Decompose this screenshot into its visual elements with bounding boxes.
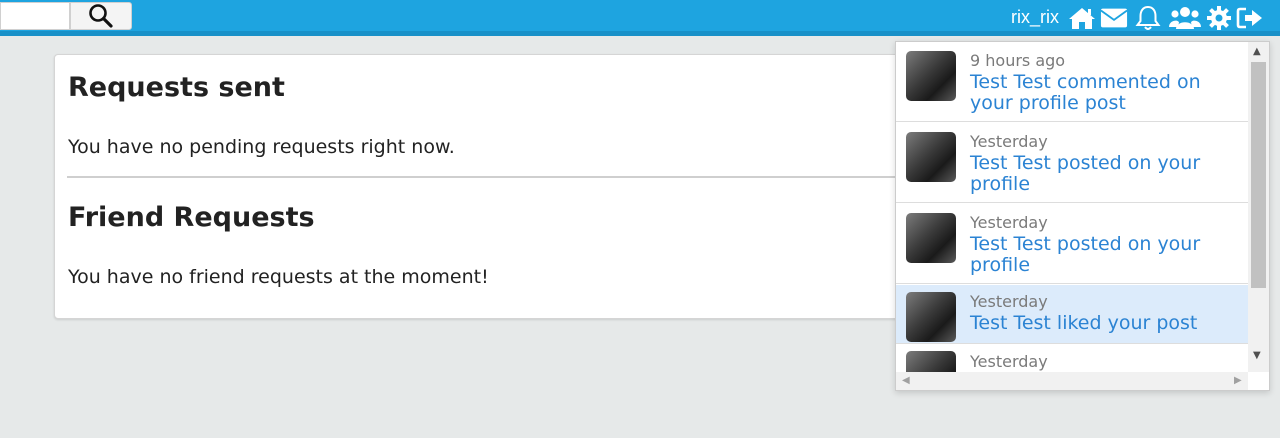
users-icon	[1169, 7, 1201, 29]
logout-button[interactable]	[1236, 5, 1264, 31]
notifications-dropdown: 9 hours ago Test Test commented on your …	[895, 41, 1270, 391]
search-icon	[89, 4, 113, 28]
avatar	[906, 132, 956, 182]
scroll-left-arrow-icon[interactable]: ◀	[902, 375, 910, 386]
notification-message[interactable]: Test Test liked your post	[970, 313, 1240, 334]
username-link[interactable]: rix_rix	[1011, 6, 1059, 28]
requests-sent-title: Requests sent	[68, 72, 285, 103]
scrollbar-thumb[interactable]	[1251, 62, 1266, 288]
divider	[67, 176, 923, 178]
search-button[interactable]	[70, 2, 132, 30]
settings-button[interactable]	[1205, 5, 1233, 31]
notification-list: 9 hours ago Test Test commented on your …	[896, 42, 1248, 372]
messages-button[interactable]	[1100, 5, 1128, 31]
notification-message[interactable]: Test Test posted on your profile	[970, 234, 1240, 276]
search-input[interactable]	[0, 2, 70, 30]
notification-message[interactable]: Test Test posted on your profile	[970, 153, 1240, 195]
scroll-right-arrow-icon[interactable]: ▶	[1234, 375, 1242, 386]
notification-time: Yesterday	[970, 352, 1048, 371]
notification-time: Yesterday	[970, 292, 1048, 311]
avatar	[906, 351, 956, 372]
notification-time: 9 hours ago	[970, 51, 1066, 70]
logout-icon	[1236, 7, 1262, 29]
notification-item[interactable]: Yesterday Test Test posted on your profi…	[896, 204, 1248, 284]
bell-icon	[1135, 5, 1161, 30]
notification-time: Yesterday	[970, 132, 1048, 151]
top-navbar: rix_rix	[0, 0, 1280, 36]
requests-sent-text: You have no pending requests right now.	[68, 136, 455, 158]
notification-item[interactable]: Yesterday Test Test liked your post	[896, 285, 1248, 344]
notification-item[interactable]: 9 hours ago Test Test commented on your …	[896, 42, 1248, 122]
avatar	[906, 292, 956, 342]
gear-icon	[1207, 6, 1231, 30]
scroll-down-arrow-icon[interactable]: ▼	[1253, 350, 1261, 362]
notification-item[interactable]: Yesterday Test Test posted on your profi…	[896, 123, 1248, 203]
friend-requests-text: You have no friend requests at the momen…	[68, 266, 489, 288]
notification-message[interactable]: Test Test commented on your profile post	[970, 72, 1240, 114]
notification-time: Yesterday	[970, 213, 1048, 232]
horizontal-scrollbar[interactable]: ◀ ▶	[896, 372, 1248, 390]
scroll-up-arrow-icon[interactable]: ▲	[1253, 46, 1261, 58]
friend-requests-title: Friend Requests	[68, 202, 315, 233]
home-button[interactable]	[1068, 5, 1096, 31]
avatar	[906, 51, 956, 101]
friends-button[interactable]	[1168, 5, 1202, 31]
home-icon	[1069, 8, 1095, 29]
envelope-icon	[1100, 8, 1128, 28]
vertical-scrollbar[interactable]: ▲ ▼	[1248, 42, 1269, 372]
avatar	[906, 213, 956, 263]
notification-item[interactable]: Yesterday	[896, 345, 1248, 372]
notifications-button[interactable]	[1134, 5, 1162, 31]
requests-panel: Requests sent You have no pending reques…	[54, 54, 924, 319]
